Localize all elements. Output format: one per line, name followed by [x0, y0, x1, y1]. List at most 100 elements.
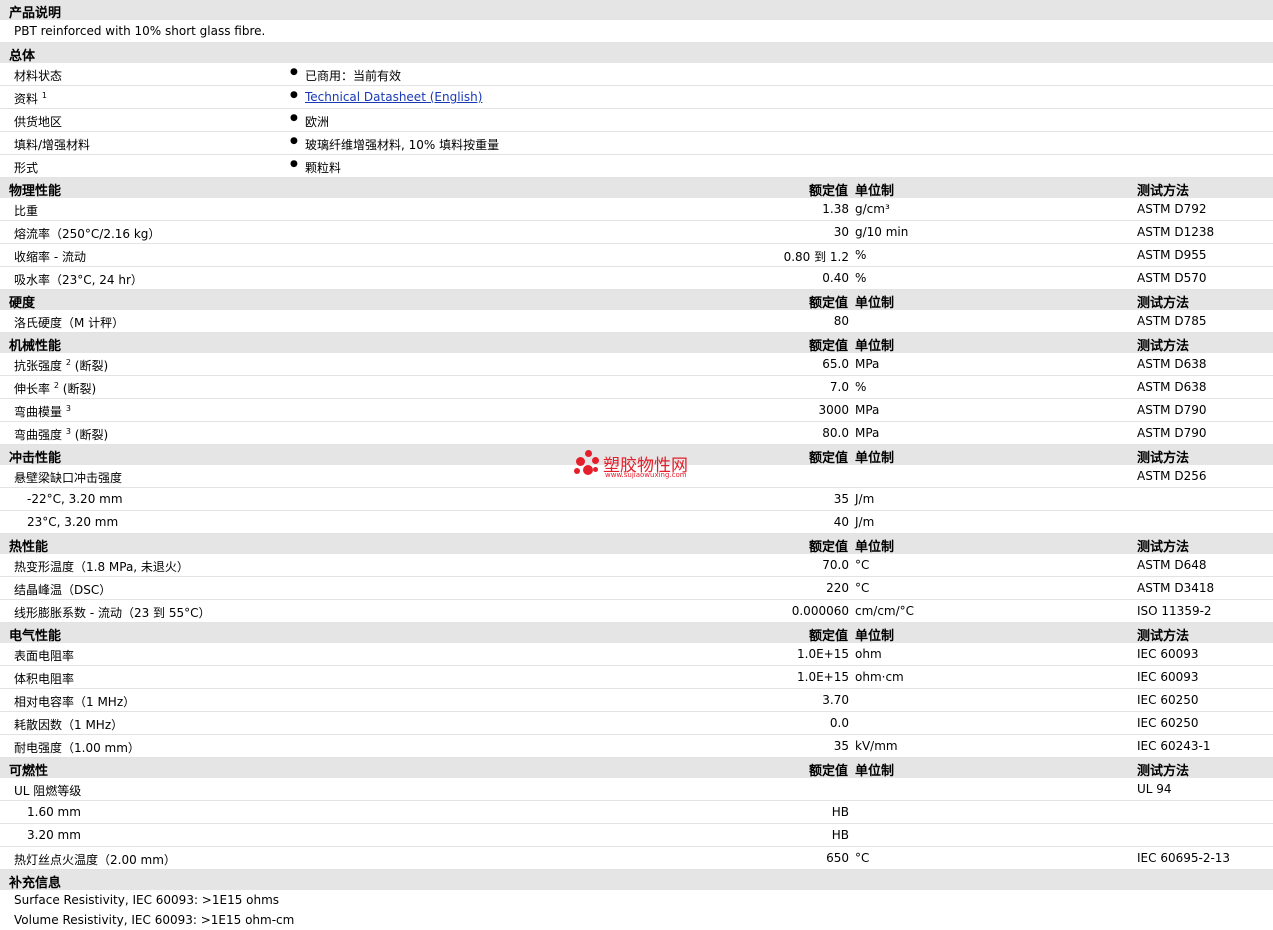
test-method: ASTM D785 — [1137, 314, 1207, 328]
section-header-flammability: 可燃性 额定值 单位制 测试方法 — [0, 758, 1273, 779]
property-name: 3.20 mm — [27, 828, 81, 842]
row-label-text: 材料状态 — [14, 69, 63, 83]
row-label-text: 填料/增强材料 — [14, 138, 91, 152]
column-header-unit: 单位制 — [855, 764, 895, 779]
row-label: 资料 1 — [14, 90, 47, 107]
property-value: 70.0 — [822, 558, 849, 572]
property-name: UL 阻燃等级 — [14, 784, 82, 798]
property-label: 弯曲强度 3 (断裂) — [14, 426, 108, 443]
description-row: PBT reinforced with 10% short glass fibr… — [0, 20, 1273, 43]
property-row: 熔流率（250°C/2.16 kg） 30 g/10 min ASTM D1238 — [0, 221, 1273, 244]
row-label-text: 供货地区 — [14, 115, 63, 129]
test-method: ASTM D1238 — [1137, 225, 1215, 239]
property-value: 3000 — [818, 403, 849, 417]
property-name: 熔流率（250°C/2.16 kg） — [14, 227, 161, 241]
property-value: 35 — [833, 739, 849, 753]
section-title: 热性能 — [9, 540, 49, 555]
property-unit: °C — [855, 581, 870, 595]
test-method: ISO 11359-2 — [1137, 604, 1212, 618]
property-name: 结晶峰温（DSC） — [14, 583, 112, 597]
column-header-method: 测试方法 — [1137, 629, 1190, 644]
row-label: 形式 — [14, 159, 38, 176]
section-header-general: 总体 — [0, 43, 1273, 64]
property-qualifier: (断裂) — [74, 428, 109, 442]
property-name: 收缩率 - 流动 — [14, 250, 86, 264]
column-header-unit: 单位制 — [855, 184, 895, 199]
section-header-hardness: 硬度 额定值 单位制 测试方法 — [0, 290, 1273, 311]
supplement-line: Surface Resistivity, IEC 60093: >1E15 oh… — [0, 890, 1273, 910]
property-value: 30 — [833, 225, 849, 239]
property-value: HB — [831, 828, 849, 842]
property-unit: % — [855, 380, 867, 394]
property-row: UL 阻燃等级 UL 94 — [0, 778, 1273, 801]
row-label-text: 形式 — [14, 161, 39, 175]
property-value: 1.0E+15 — [797, 670, 849, 684]
property-value: 65.0 — [822, 357, 849, 371]
test-method: ASTM D3418 — [1137, 581, 1215, 595]
test-method: ASTM D256 — [1137, 469, 1207, 483]
row-label: 填料/增强材料 — [14, 136, 90, 153]
section-header-thermal: 热性能 额定值 单位制 测试方法 — [0, 534, 1273, 555]
property-label: 线形膨胀系数 - 流动（23 到 55°C） — [14, 604, 211, 621]
property-unit: MPa — [855, 426, 880, 440]
row-label: 材料状态 — [14, 67, 62, 84]
property-unit: MPa — [855, 403, 880, 417]
test-method: ASTM D570 — [1137, 271, 1207, 285]
property-value: 0.80 到 1.2 — [783, 250, 849, 264]
row-label-text: 资料 — [14, 92, 39, 106]
general-row: 资料 1 Technical Datasheet (English) — [0, 86, 1273, 109]
section-header-mechanical: 机械性能 额定值 单位制 测试方法 — [0, 333, 1273, 354]
column-header-value: 额定值 — [808, 339, 848, 354]
property-label: 耐电强度（1.00 mm） — [14, 739, 140, 756]
property-label: 收缩率 - 流动 — [14, 248, 86, 265]
property-qualifier: (断裂) — [62, 382, 97, 396]
property-row: 伸长率 2 (断裂) 7.0% ASTM D638 — [0, 376, 1273, 399]
property-row: 线形膨胀系数 - 流动（23 到 55°C） 0.000060 cm/cm/°C IS… — [0, 600, 1273, 623]
section-title: 冲击性能 — [9, 451, 62, 466]
section-title: 电气性能 — [9, 629, 62, 644]
property-label: 1.60 mm — [27, 805, 81, 819]
property-qualifier: (断裂) — [74, 359, 109, 373]
supplement-line: Volume Resistivity, IEC 60093: >1E15 ohm… — [0, 910, 1273, 930]
property-unit: J/m — [855, 492, 875, 506]
property-value: HB — [831, 805, 849, 819]
section-title: 总体 — [9, 49, 36, 64]
property-value: 40 — [833, 515, 849, 529]
column-header-unit: 单位制 — [855, 629, 895, 644]
property-label: 比重 — [14, 202, 38, 219]
property-row: 相对电容率（1 MHz） 3.70 IEC 60250 — [0, 689, 1273, 712]
property-name: 弯曲强度 — [14, 428, 63, 442]
property-row: 结晶峰温（DSC） 220 °C ASTM D3418 — [0, 577, 1273, 600]
test-method: ASTM D648 — [1137, 558, 1207, 572]
property-value: 7.0 — [829, 380, 849, 394]
column-header-method: 测试方法 — [1137, 339, 1190, 354]
property-label: 热变形温度（1.8 MPa, 未退火） — [14, 558, 189, 575]
test-method: IEC 60250 — [1137, 693, 1199, 707]
datasheet-link[interactable]: Technical Datasheet (English) — [305, 90, 482, 104]
test-method: IEC 60695-2-13 — [1137, 851, 1231, 865]
property-name: 伸长率 — [14, 382, 51, 396]
property-row: 弯曲模量 3 3000 MPa ASTM D790 — [0, 399, 1273, 422]
test-method: ASTM D790 — [1137, 403, 1207, 417]
property-label: 伸长率 2 (断裂) — [14, 380, 96, 397]
property-unit: J/m — [855, 515, 875, 529]
property-name: 耗散因数（1 MHz） — [14, 718, 124, 732]
property-label: 体积电阻率 — [14, 670, 74, 687]
property-value: 0.000060 — [791, 604, 849, 618]
test-method: ASTM D955 — [1137, 248, 1207, 262]
watermark-logo: 塑胶物性网 www.sujiaowuxing.com — [573, 447, 703, 483]
property-name: 热变形温度（1.8 MPa, 未退火） — [14, 560, 189, 574]
property-value: 1.38 — [822, 202, 849, 216]
section-header-physical: 物理性能 额定值 单位制 测试方法 — [0, 178, 1273, 199]
column-header-unit: 单位制 — [855, 540, 895, 555]
property-label: 3.20 mm — [27, 828, 81, 842]
row-value: 欧洲 — [290, 113, 329, 130]
column-header-value: 额定值 — [808, 296, 848, 311]
property-sections: 物理性能 额定值 单位制 测试方法 比重 1.38 g/cm³ ASTM D792 熔流率（25… — [0, 178, 1273, 870]
supplement-lines: Surface Resistivity, IEC 60093: >1E15 oh… — [0, 890, 1273, 930]
section-header-description: 产品说明 — [0, 0, 1273, 21]
property-row: 23°C, 3.20 mm 40 J/m — [0, 511, 1273, 534]
column-header-value: 额定值 — [808, 629, 848, 644]
column-header-value: 额定值 — [808, 451, 848, 466]
property-row: 表面电阻率 1.0E+15 ohm IEC 60093 — [0, 643, 1273, 666]
